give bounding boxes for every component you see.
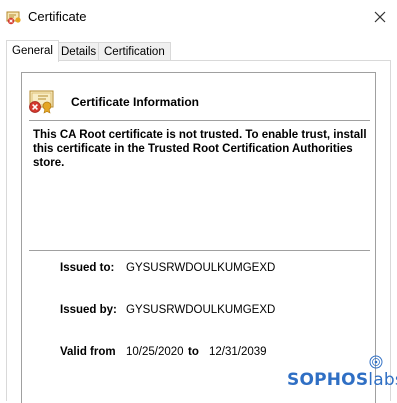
- sophoslabs-wordmark: SOPHOSlabs: [287, 370, 397, 390]
- separator-bottom: [29, 250, 370, 251]
- sophoslabs-watermark: SOPHOSlabs: [287, 354, 397, 398]
- tab-certification-path[interactable]: Certification Path: [98, 42, 171, 76]
- trust-warning-message: This CA Root certificate is not trusted.…: [33, 129, 367, 169]
- tab-general[interactable]: General: [6, 40, 59, 62]
- issued-to-value: GYSUSRWDOULKUMGEXD: [126, 262, 276, 274]
- tab-details[interactable]: Details: [55, 42, 103, 61]
- issued-to-label: Issued to:: [60, 262, 115, 274]
- valid-to-value: 12/31/2039: [209, 346, 267, 358]
- sophoslabs-logo-icon: [369, 355, 383, 369]
- issued-by-label: Issued by:: [60, 304, 117, 316]
- valid-from-value: 10/25/2020: [126, 346, 184, 358]
- certificate-info-header: Certificate Information: [71, 95, 200, 109]
- certificate-untrusted-icon: [29, 90, 54, 114]
- title-bar: Certificate: [0, 0, 397, 34]
- close-button[interactable]: [369, 6, 391, 28]
- issued-by-value: GYSUSRWDOULKUMGEXD: [126, 304, 276, 316]
- window-title: Certificate: [28, 9, 87, 24]
- valid-to-label: to: [188, 346, 199, 358]
- wordmark-bold: SOPHOS: [287, 370, 369, 390]
- close-icon: [374, 11, 386, 23]
- certificate-error-icon: [6, 11, 21, 25]
- valid-from-label: Valid from: [60, 346, 116, 358]
- separator-top: [29, 120, 370, 121]
- wordmark-light: labs: [368, 370, 397, 390]
